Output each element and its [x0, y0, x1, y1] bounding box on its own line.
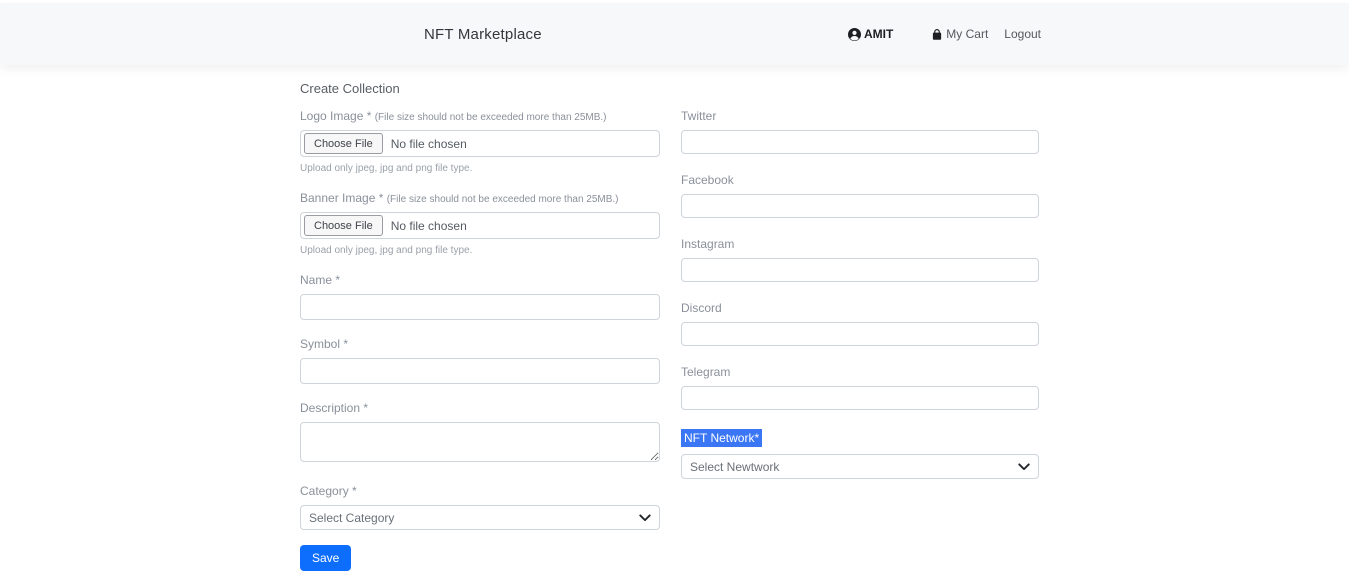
- user-menu[interactable]: AMIT: [848, 27, 893, 41]
- facebook-field[interactable]: [681, 194, 1039, 218]
- category-label: Category *: [300, 484, 660, 498]
- twitter-label: Twitter: [681, 109, 1039, 123]
- facebook-group: Facebook: [681, 173, 1039, 218]
- logo-file-hint: Upload only jpeg, jpg and png file type.: [300, 163, 660, 174]
- twitter-group: Twitter: [681, 109, 1039, 154]
- form-left-column: Logo Image * (File size should not be ex…: [300, 109, 660, 571]
- page-title: Create Collection: [300, 81, 1349, 96]
- banner-image-note: (File size should not be exceeded more t…: [387, 194, 619, 205]
- logo-image-group: Logo Image * (File size should not be ex…: [300, 109, 660, 174]
- logo-image-note: (File size should not be exceeded more t…: [375, 112, 607, 123]
- nft-network-select[interactable]: Select Newtwork: [681, 454, 1039, 479]
- app-title: NFT Marketplace: [424, 26, 542, 43]
- banner-image-label: Banner Image * (File size should not be …: [300, 191, 660, 205]
- logo-file-input[interactable]: Choose File No file chosen: [300, 130, 660, 157]
- my-cart-label: My Cart: [946, 27, 988, 41]
- banner-choose-file-button[interactable]: Choose File: [304, 215, 383, 236]
- symbol-field[interactable]: [300, 358, 660, 384]
- instagram-field[interactable]: [681, 258, 1039, 282]
- discord-field[interactable]: [681, 322, 1039, 346]
- header-bar: NFT Marketplace AMIT My Cart Logout: [0, 3, 1349, 65]
- logout-label: Logout: [1004, 27, 1041, 41]
- main-content: Create Collection Logo Image * (File siz…: [0, 65, 1349, 571]
- save-button[interactable]: Save: [300, 545, 351, 571]
- telegram-label: Telegram: [681, 365, 1039, 379]
- discord-label: Discord: [681, 301, 1039, 315]
- banner-file-input[interactable]: Choose File No file chosen: [300, 212, 660, 239]
- discord-group: Discord: [681, 301, 1039, 346]
- description-group: Description *: [300, 401, 660, 467]
- symbol-group: Symbol *: [300, 337, 660, 384]
- shopping-bag-icon: [931, 28, 943, 41]
- name-group: Name *: [300, 273, 660, 320]
- instagram-group: Instagram: [681, 237, 1039, 282]
- category-select[interactable]: Select Category: [300, 505, 660, 530]
- nft-network-label: NFT Network*: [681, 429, 762, 447]
- banner-image-group: Banner Image * (File size should not be …: [300, 191, 660, 256]
- description-field[interactable]: [300, 422, 660, 462]
- name-label: Name *: [300, 273, 660, 287]
- form-right-column: Twitter Facebook Instagram Discord Teleg…: [681, 109, 1039, 571]
- name-field[interactable]: [300, 294, 660, 320]
- telegram-group: Telegram: [681, 365, 1039, 410]
- instagram-label: Instagram: [681, 237, 1039, 251]
- logo-file-status: No file chosen: [391, 137, 467, 151]
- my-cart-link[interactable]: My Cart: [931, 27, 988, 41]
- facebook-label: Facebook: [681, 173, 1039, 187]
- description-label: Description *: [300, 401, 660, 415]
- twitter-field[interactable]: [681, 130, 1039, 154]
- banner-file-status: No file chosen: [391, 219, 467, 233]
- logo-image-label: Logo Image * (File size should not be ex…: [300, 109, 660, 123]
- banner-file-hint: Upload only jpeg, jpg and png file type.: [300, 245, 660, 256]
- category-group: Category * Select Category: [300, 484, 660, 530]
- header-nav: AMIT My Cart Logout: [848, 27, 1041, 41]
- nft-network-group: NFT Network* Select Newtwork: [681, 429, 1039, 479]
- user-circle-icon: [848, 28, 861, 41]
- logo-choose-file-button[interactable]: Choose File: [304, 133, 383, 154]
- symbol-label: Symbol *: [300, 337, 660, 351]
- user-name: AMIT: [864, 27, 893, 41]
- telegram-field[interactable]: [681, 386, 1039, 410]
- logout-link[interactable]: Logout: [1004, 27, 1041, 41]
